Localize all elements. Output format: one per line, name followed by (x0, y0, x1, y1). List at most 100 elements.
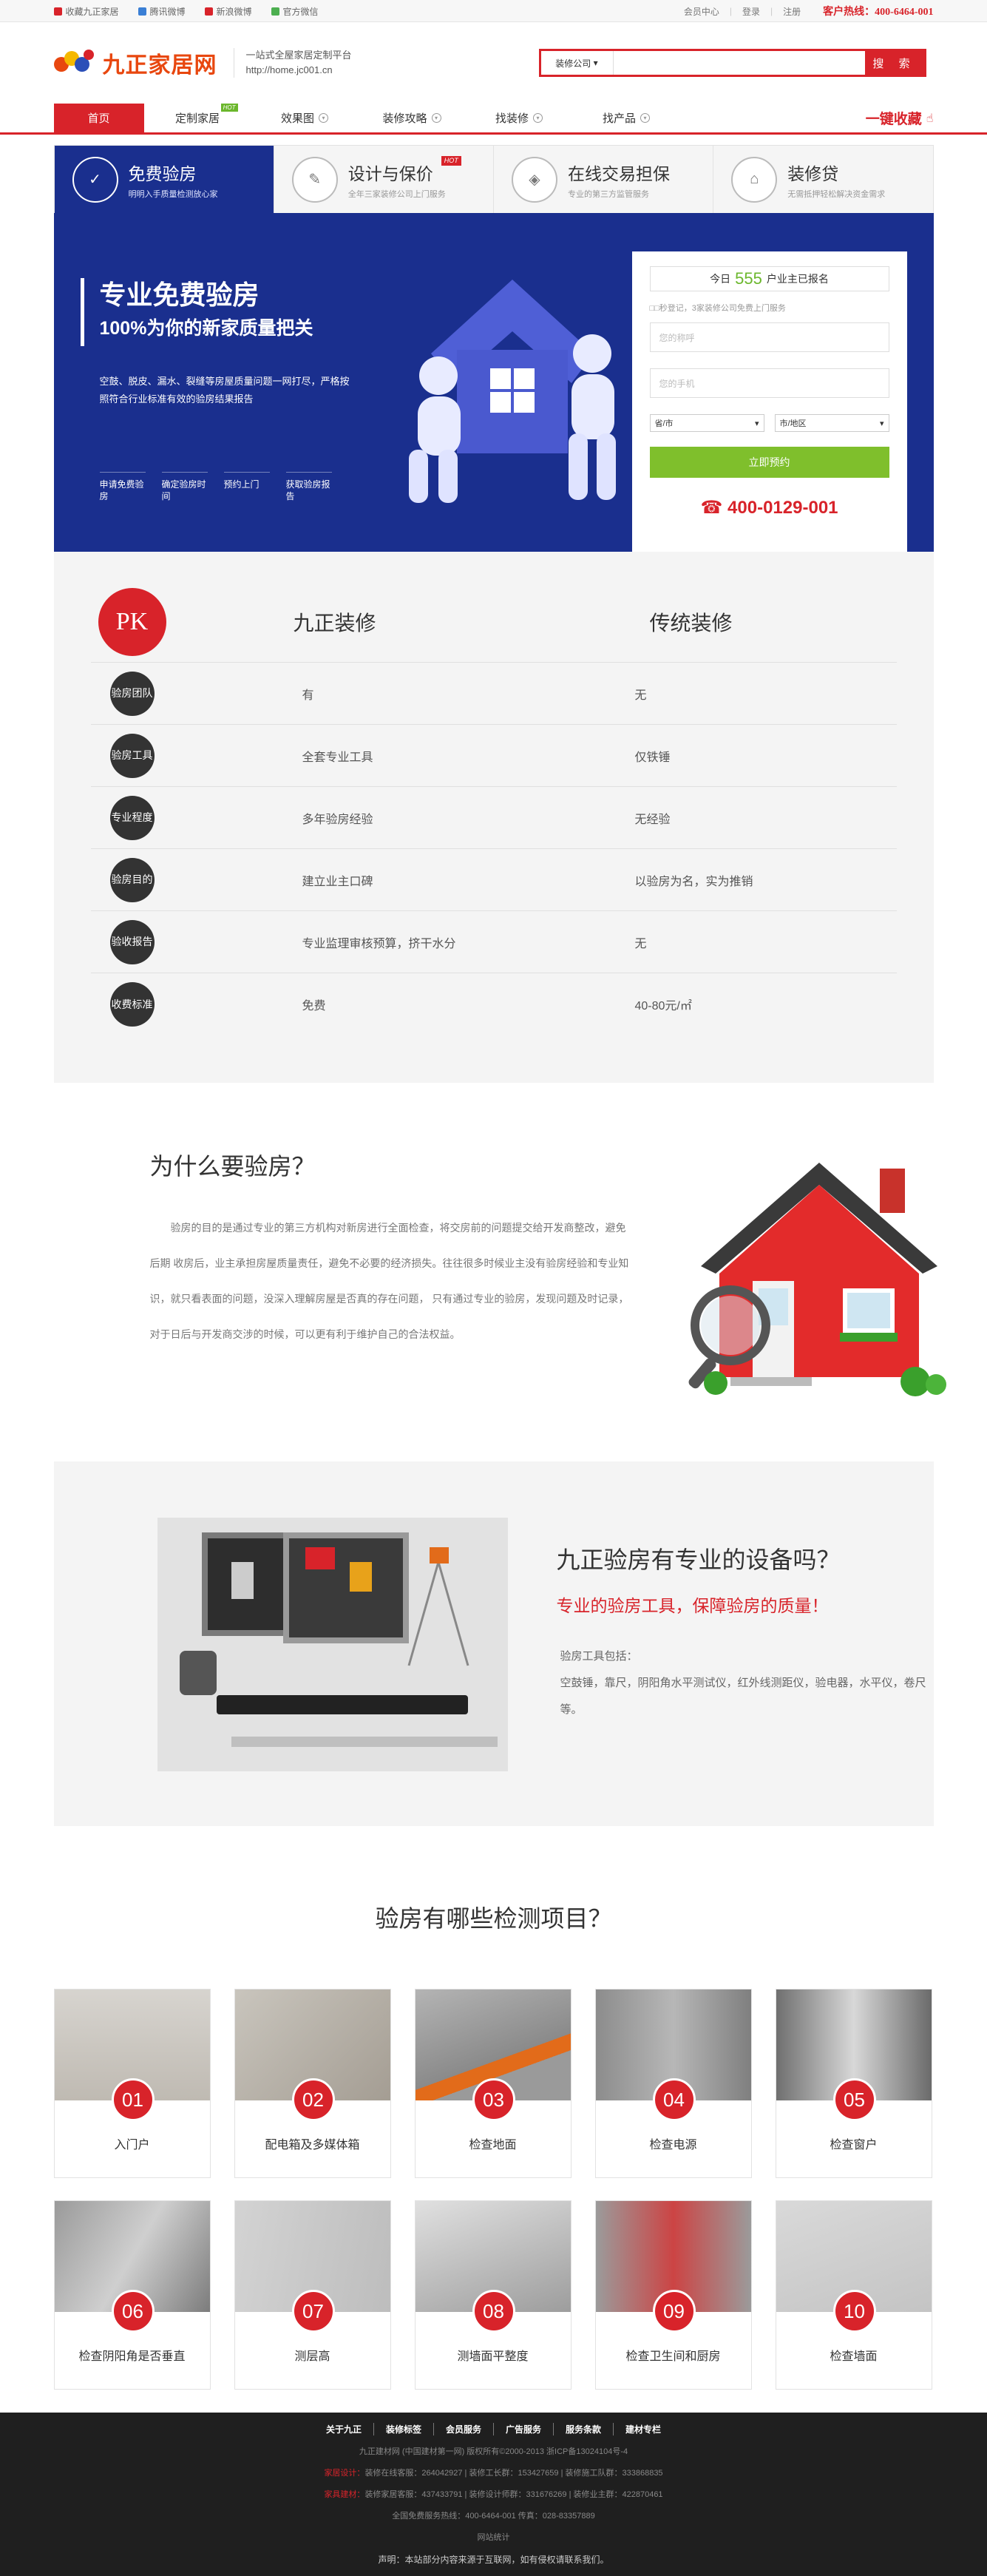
footer-contact: 家居设计：装修在线客服：264042927 | 装修工长群：153427659 … (324, 2469, 663, 2478)
shield-icon: ◈ (512, 156, 557, 203)
hero-step: 获取验房报告 (285, 472, 332, 502)
hot-badge: HOT (220, 104, 238, 112)
table-row: 专业程度 多年验房经验 无经验 (90, 787, 897, 849)
tab-design-quote[interactable]: ✎ 设计与保价 全年三家装修公司上门服务 HOT (274, 146, 494, 213)
signup-form: 今日 555 户业主已报名 □□秒登记，3家装修公司免费上门服务 您的称呼 您的手机… (631, 251, 907, 552)
footer-link[interactable]: 装修标签 (374, 2423, 434, 2435)
tab-free-inspection[interactable]: ✓ 免费验房 明明入手质量检测放心家 (54, 146, 274, 213)
house-magnifier-illustration (688, 1163, 946, 1396)
tab-loan[interactable]: ⌂ 装修贷 无需抵押轻松解决资金需求 (713, 146, 933, 213)
hero-banner: 专业免费验房 100%为你的新家质量把关 空鼓、脱皮、漏水、裂缝等房屋质量问题一… (53, 213, 934, 552)
phone-field[interactable]: 您的手机 (649, 368, 889, 398)
house-money-icon: ⌂ (731, 156, 778, 203)
logo-mark-icon (53, 48, 97, 78)
footer-link[interactable]: 服务条款 (554, 2423, 614, 2435)
signup-counter: 今日 555 户业主已报名 (649, 266, 889, 291)
logo-text: 九正家居网 (102, 53, 217, 78)
chevron-down-icon: ▾ (593, 58, 598, 68)
footer-copyright: 九正建材网 (中国建材第一网) 版权所有©2000-2013 浙ICP备1302… (359, 2447, 628, 2456)
hot-badge: HOT (441, 156, 461, 166)
footer-link[interactable]: 广告服务 (494, 2423, 554, 2435)
wechat-link[interactable]: 官方微信 (271, 5, 319, 18)
nav-item-find-decoration[interactable]: 找装修 ▾ (466, 104, 573, 132)
inspection-items-section: 验房有哪些检测项目？ 01 入门户 02 配电箱及多媒体箱 03 检查地面 04 检查电… (0, 1826, 987, 2390)
list-item[interactable]: 08 测墙面平整度 (414, 2200, 571, 2390)
list-item[interactable]: 10 检查墙面 (775, 2200, 932, 2390)
hero-step: 预约上门 (223, 472, 270, 502)
footer-links: 关于九正 装修标签 会员服务 广告服务 服务条款 建材专栏 (0, 2413, 987, 2435)
list-item[interactable]: 06 检查阴阳角是否垂直 (53, 2200, 211, 2390)
slogan: 一站式全屋家居定制平台 http://home.jc001.cn (233, 48, 352, 78)
search-bar: 装修公司 ▾ 搜 索 (538, 49, 926, 77)
table-row: 验房目的 建立业主口碑 以验房为名，实为推销 (90, 849, 897, 911)
nav-item-home[interactable]: 首页 (53, 104, 144, 132)
logo[interactable]: 九正家居网 (53, 47, 217, 79)
top-bar: 收藏九正家居 腾讯微博 新浪微博 官方微信 会员中心 | 登录 | 注册 客户热… (0, 0, 987, 22)
chevron-down-icon: ▾ (319, 113, 328, 123)
city-select[interactable]: 市/地区 ▾ (774, 414, 889, 432)
footer-stats-link[interactable]: 网站统计 (0, 2531, 987, 2543)
footer-link[interactable]: 会员服务 (434, 2423, 494, 2435)
chevron-down-icon: ▾ (431, 113, 441, 123)
province-select[interactable]: 省/市 ▾ (649, 414, 764, 432)
why-inspect-section: 为什么要验房？ 验房的目的是通过专业的第三方机构对新房进行全面检查，将交房前的问… (54, 1083, 946, 1461)
shield-check-icon: ✓ (72, 156, 118, 203)
pk-badge: PK (98, 587, 166, 656)
list-item[interactable]: 09 检查卫生间和厨房 (594, 2200, 752, 2390)
tencent-weibo-link[interactable]: 腾讯微博 (138, 5, 186, 18)
service-tabs: ✓ 免费验房 明明入手质量检测放心家 ✎ 设计与保价 全年三家装修公司上门服务 HO… (53, 145, 934, 213)
top-social-links: 收藏九正家居 腾讯微博 新浪微博 官方微信 (53, 5, 319, 18)
tab-escrow[interactable]: ◈ 在线交易担保 专业的第三方监管服务 (494, 146, 714, 213)
list-item[interactable]: 04 检查电源 (594, 1989, 752, 2178)
submit-button[interactable]: 立即预约 (649, 447, 889, 478)
chevron-down-icon: ▾ (879, 419, 884, 428)
wechat-icon (271, 7, 279, 16)
footer-link[interactable]: 关于九正 (314, 2423, 374, 2435)
favorite-button[interactable]: 一键收藏 ☝ (866, 104, 934, 132)
tencent-weibo-icon (138, 7, 146, 16)
hero-title: 专业免费验房 (99, 280, 260, 310)
nav-item-find-products[interactable]: 找产品 ▾ (573, 104, 680, 132)
table-row: 验房工具 全套专业工具 仅铁锤 (90, 725, 897, 787)
member-center-link[interactable]: 会员中心 (684, 5, 719, 18)
register-link[interactable]: 注册 (783, 5, 801, 18)
chevron-down-icon: ▾ (754, 419, 759, 428)
site-footer: 关于九正 装修标签 会员服务 广告服务 服务条款 建材专栏 九正建材网 (中国建… (0, 2413, 987, 2576)
sina-weibo-link[interactable]: 新浪微博 (204, 5, 252, 18)
table-row: 验房团队有无 (90, 663, 897, 725)
footer-hotline: 全国免费服务热线：400-6464-001 传真：028-83357889 (392, 2512, 595, 2521)
footer-link[interactable]: 建材专栏 (614, 2423, 673, 2435)
hero-description: 空鼓、脱皮、漏水、裂缝等房屋质量问题一网打尽，严格按照符合行业标准有效的验房结果… (99, 376, 350, 405)
heart-icon (53, 7, 62, 16)
footer-contact: 家具建材：装修家居客服：437433791 | 装修设计师群：331676269… (324, 2490, 663, 2499)
site-header: 九正家居网 一站式全屋家居定制平台 http://home.jc001.cn 装… (0, 22, 987, 104)
pointer-icon: ☝ (926, 112, 934, 125)
comparison-table: PK 九正装修 传统装修 验房团队有无 验房工具 全套专业工具 仅铁锤 专业程度 多年… (53, 552, 934, 1083)
sina-weibo-icon (204, 7, 213, 16)
list-item[interactable]: 07 测层高 (234, 2200, 391, 2390)
name-field[interactable]: 您的称呼 (649, 322, 889, 352)
why-text: 验房的目的是通过专业的第三方机构对新房进行全面检查，将交房前的问题提交给开发商整… (149, 1222, 629, 1340)
nav-item-custom-furniture[interactable]: 定制家居 HOT (144, 104, 251, 132)
figures-carrying-house-illustration (408, 280, 616, 503)
main-nav: 首页 定制家居 HOT 效果图 ▾ 装修攻略 ▾ 找装修 ▾ 找产品 ▾ 一键收藏 ☝ (0, 104, 987, 135)
top-account-links: 会员中心 | 登录 | 注册 客户热线：400-6464-001 (684, 4, 934, 18)
signup-note: □□秒登记，3家装修公司免费上门服务 (649, 304, 786, 313)
why-title: 为什么要验房？ (149, 1153, 316, 1180)
equipment-section: 九正验房有专业的设备吗？ 专业的验房工具，保障验房的质量！ 验房工具包括： 空鼓锤… (53, 1461, 934, 1826)
nav-item-guides[interactable]: 装修攻略 ▾ (359, 104, 466, 132)
items-title: 验房有哪些检测项目？ (375, 1905, 612, 1932)
list-item[interactable]: 05 检查窗户 (775, 1989, 932, 2178)
items-grid: 01 入门户 02 配电箱及多媒体箱 03 检查地面 04 检查电源 05 检查窗户 06… (53, 1989, 934, 2390)
hotline: 客户热线：400-6464-001 (823, 7, 934, 18)
favorite-link[interactable]: 收藏九正家居 (53, 5, 119, 18)
list-item[interactable]: 01 入门户 (53, 1989, 211, 2178)
search-button[interactable]: 搜 索 (864, 51, 924, 75)
list-item[interactable]: 02 配电箱及多媒体箱 (234, 1989, 391, 2178)
search-category-select[interactable]: 装修公司 ▾ (540, 51, 614, 75)
equipment-text: 验房工具包括： 空鼓锤，靠尺，阴阳角水平测试仪，红外线测距仪，验电器，水平仪，卷尺… (560, 1650, 926, 1716)
list-item[interactable]: 03 检查地面 (414, 1989, 571, 2178)
nav-item-gallery[interactable]: 效果图 ▾ (251, 104, 359, 132)
search-input[interactable] (613, 51, 865, 75)
login-link[interactable]: 登录 (742, 5, 760, 18)
